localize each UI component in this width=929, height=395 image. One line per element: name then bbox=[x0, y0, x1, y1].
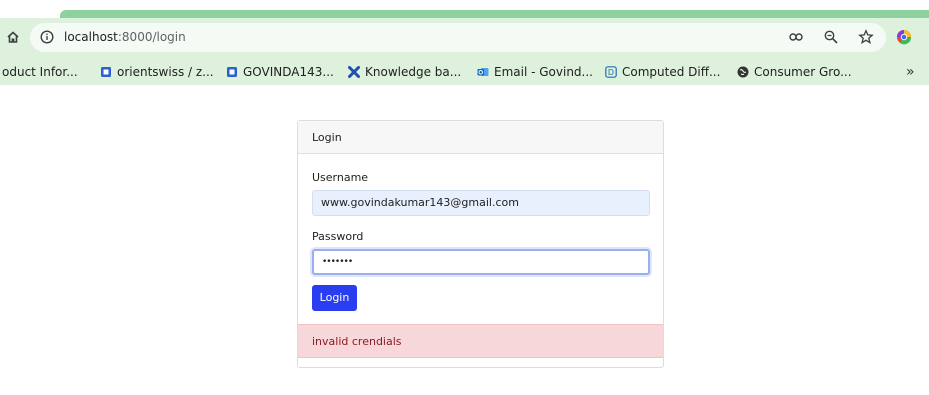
azure-devops-icon bbox=[227, 67, 237, 77]
confluence-x-icon bbox=[348, 66, 360, 78]
d-square-icon: D bbox=[605, 66, 617, 78]
site-info-icon[interactable] bbox=[40, 30, 54, 44]
login-card: Login Username www.govindakumar143@gmail… bbox=[297, 120, 664, 368]
globe-icon bbox=[737, 66, 749, 78]
bookmark-item[interactable]: GOVINDA143... bbox=[226, 63, 334, 81]
browser-profile-icon[interactable] bbox=[896, 29, 912, 45]
url-path: :8000/login bbox=[117, 30, 186, 44]
bookmarks-bar: oduct Infor... orientswiss / z... GOVIND… bbox=[0, 59, 929, 85]
login-card-header: Login bbox=[298, 121, 663, 154]
home-icon[interactable] bbox=[6, 30, 20, 44]
bookmark-label: Computed Diff... bbox=[622, 65, 721, 79]
bookmark-label: GOVINDA143... bbox=[243, 65, 334, 79]
username-input[interactable]: www.govindakumar143@gmail.com bbox=[312, 190, 650, 216]
bookmarks-overflow-button[interactable]: » bbox=[906, 63, 915, 81]
password-key-icon[interactable] bbox=[788, 29, 804, 45]
active-tab[interactable] bbox=[60, 10, 929, 18]
svg-text:D: D bbox=[608, 68, 614, 77]
url-host: localhost bbox=[64, 30, 118, 44]
bookmark-item[interactable]: Knowledge ba... bbox=[348, 63, 461, 81]
bookmark-label: Email - Govind... bbox=[494, 65, 593, 79]
bookmark-label: oduct Infor... bbox=[2, 65, 78, 79]
bookmark-item[interactable]: Email - Govind... bbox=[477, 63, 593, 81]
address-bar[interactable]: localhost:8000/login bbox=[30, 23, 886, 52]
bookmark-label: Knowledge ba... bbox=[365, 65, 462, 79]
bookmark-item[interactable]: Consumer Gro... bbox=[737, 63, 852, 81]
bookmark-item[interactable]: orientswiss / z... bbox=[100, 63, 214, 81]
outlook-icon bbox=[477, 68, 489, 76]
bookmark-item[interactable]: D Computed Diff... bbox=[605, 63, 720, 81]
login-button[interactable]: Login bbox=[312, 285, 357, 311]
bookmark-star-icon[interactable] bbox=[858, 29, 874, 45]
azure-devops-icon bbox=[101, 67, 111, 77]
bookmark-label: orientswiss / z... bbox=[117, 65, 214, 79]
zoom-icon[interactable] bbox=[823, 29, 839, 45]
tab-strip bbox=[0, 0, 929, 20]
password-input[interactable]: ••••••• bbox=[312, 249, 650, 275]
error-alert: invalid crendials bbox=[298, 324, 663, 358]
username-label: Username bbox=[312, 171, 369, 184]
url-text[interactable]: localhost:8000/login bbox=[64, 29, 186, 45]
bookmark-label: Consumer Gro... bbox=[754, 65, 852, 79]
bookmark-item[interactable]: oduct Infor... bbox=[2, 63, 78, 81]
password-label: Password bbox=[312, 230, 364, 243]
